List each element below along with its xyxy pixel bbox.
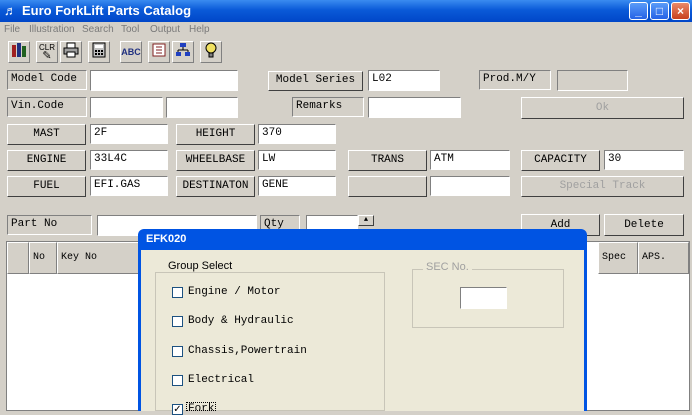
capacity-field[interactable]: 30 [604, 150, 684, 170]
spell-check-button[interactable]: ABC [120, 41, 142, 63]
vin-code-field-1[interactable] [90, 97, 163, 118]
vin-code-field-2[interactable] [166, 97, 238, 118]
model-code-label: Model Code [7, 70, 87, 90]
calculator-icon [92, 42, 106, 58]
engine-motor-label[interactable]: Engine / Motor [188, 286, 280, 298]
wheelbase-button[interactable]: WHEELBASE [176, 150, 255, 171]
ok-button[interactable]: Ok [521, 97, 684, 119]
menu-output[interactable]: Output [150, 24, 180, 35]
document-button[interactable] [148, 41, 170, 63]
engine-field[interactable]: 33L4C [90, 150, 168, 170]
trans-field[interactable]: ATM [430, 150, 510, 170]
fork-label[interactable]: Fork [186, 402, 217, 411]
triangle-up-icon: ▲ [363, 216, 369, 224]
prod-my-field [557, 70, 628, 91]
fuel-button[interactable]: FUEL [7, 176, 86, 197]
checkmark-icon: ✓ [173, 404, 182, 415]
menu-file[interactable]: File [4, 24, 20, 35]
mast-button[interactable]: MAST [7, 124, 86, 145]
dialog-title: EFK020 [146, 233, 187, 245]
lightbulb-icon [205, 42, 217, 58]
model-code-field[interactable] [90, 70, 238, 91]
close-button[interactable]: × [671, 2, 690, 20]
hierarchy-button[interactable] [172, 41, 194, 63]
body-hydraulic-checkbox[interactable] [172, 316, 183, 327]
menu-illustration[interactable]: Illustration [29, 24, 75, 35]
electrical-label[interactable]: Electrical [188, 374, 254, 386]
grid-column-key-no[interactable]: Key No [57, 242, 140, 274]
trans-button[interactable]: TRANS [348, 150, 427, 171]
menu-help[interactable]: Help [189, 24, 210, 35]
eraser-icon: ✎ [42, 50, 52, 62]
part-no-label: Part No [7, 215, 92, 235]
menu-search[interactable]: Search [82, 24, 114, 35]
window-title: Euro ForkLift Parts Catalog [22, 3, 192, 18]
remarks-label: Remarks [292, 97, 364, 117]
mast-field[interactable]: 2F [90, 124, 168, 144]
capacity-button[interactable]: CAPACITY [521, 150, 600, 171]
special-track-button[interactable]: Special Track [521, 176, 684, 197]
remarks-field[interactable] [368, 97, 461, 118]
destination-button[interactable]: DESTINATON [176, 176, 255, 197]
hierarchy-icon [176, 43, 190, 56]
app-icon: ♬ [4, 3, 17, 18]
fork-checkbox[interactable]: ✓ [172, 404, 183, 415]
destination-field[interactable]: GENE [258, 176, 336, 196]
menu-tool[interactable]: Tool [121, 24, 139, 35]
chassis-powertrain-checkbox[interactable] [172, 346, 183, 357]
body-hydraulic-label[interactable]: Body & Hydraulic [188, 315, 294, 327]
delete-button[interactable]: Delete [604, 214, 684, 236]
group-select-caption: Group Select [165, 260, 236, 272]
model-series-field[interactable]: L02 [368, 70, 440, 91]
parts-catalog-button[interactable] [8, 41, 30, 63]
grid-column-no[interactable]: No [29, 242, 57, 274]
maximize-button[interactable]: □ [650, 2, 669, 20]
wheelbase-field[interactable]: LW [258, 150, 336, 170]
sec-no-field[interactable] [460, 287, 507, 309]
model-series-button[interactable]: Model Series [268, 71, 363, 91]
height-button[interactable]: HEIGHT [176, 124, 255, 145]
grid-column-spec[interactable]: Spec [598, 242, 638, 274]
vin-code-label: Vin.Code [7, 97, 87, 117]
abc-label: ABC [121, 47, 141, 57]
minimize-button[interactable]: _ [629, 2, 648, 20]
grid-column-aps[interactable]: APS. [638, 242, 689, 274]
books-icon [12, 43, 26, 57]
chassis-powertrain-label[interactable]: Chassis,Powertrain [188, 345, 307, 357]
clear-button[interactable]: CLR ✎ [36, 41, 58, 63]
grid-row-selector-header [7, 242, 29, 274]
help-button[interactable] [200, 41, 222, 63]
engine-motor-checkbox[interactable] [172, 287, 183, 298]
electrical-checkbox[interactable] [172, 375, 183, 386]
blank-button[interactable] [348, 176, 427, 197]
sec-no-caption: SEC No. [423, 261, 472, 273]
prod-my-label: Prod.M/Y [479, 70, 551, 90]
printer-icon [63, 42, 79, 58]
engine-button[interactable]: ENGINE [7, 150, 86, 171]
document-icon [152, 43, 166, 57]
qty-spin-up-button[interactable]: ▲ [358, 215, 374, 226]
print-button[interactable] [60, 41, 82, 63]
calculator-button[interactable] [88, 41, 110, 63]
height-field[interactable]: 370 [258, 124, 336, 144]
fuel-field[interactable]: EFI.GAS [90, 176, 168, 196]
blank-field[interactable] [430, 176, 510, 196]
